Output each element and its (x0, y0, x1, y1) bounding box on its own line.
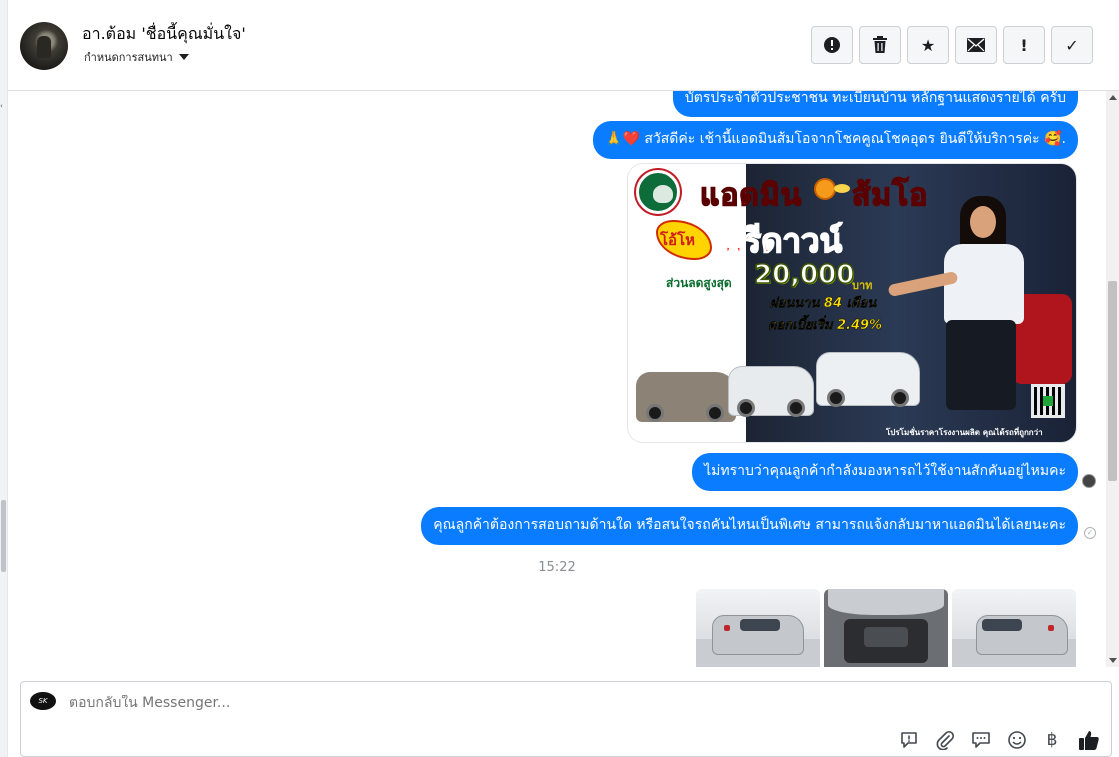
scroll-down-arrow-icon[interactable] (1109, 658, 1117, 663)
interest-text: ดอกเบี้ยเริ่ม 2.49% (768, 318, 883, 333)
chat-bubble-icon (972, 732, 990, 748)
sedan-car (636, 372, 736, 422)
photo-attachments (696, 589, 1076, 667)
left-gutter: ‹ (0, 0, 8, 757)
pickup-car-1 (728, 366, 814, 417)
pickup-car-2 (816, 352, 920, 407)
installment-text: ผ่อนนาน 84 เดือน (770, 296, 877, 311)
conversation-header: อา.ต้อม 'ชื่อนี้คุณมั่นใจ' กำหนดการสนทนา… (8, 0, 1119, 91)
message-bubble[interactable]: ไม่ทราบว่าคุณลูกค้ากำลังมองหารถไว้ใช้งาน… (692, 453, 1078, 491)
reply-input[interactable] (69, 695, 769, 711)
attach-button[interactable] (933, 728, 957, 752)
engine-bay-photo[interactable] (824, 589, 948, 667)
reply-composer: SK ฿ (20, 681, 1112, 757)
payment-button[interactable]: ฿ (1040, 728, 1064, 752)
saved-reply-button[interactable] (897, 728, 921, 752)
exclamation-circle-icon (824, 37, 840, 53)
delete-button[interactable] (859, 26, 901, 64)
truck-side-photo[interactable] (952, 589, 1076, 667)
burst-text: โอ้โห (660, 231, 696, 249)
smiley-icon (1008, 731, 1026, 749)
message-thread[interactable]: บัตรประจำตัวประชาชน ทะเบียนบ้าน หลักฐานแ… (8, 91, 1106, 667)
scroll-up-arrow-icon[interactable] (1109, 95, 1117, 100)
gutter-marker: ‹ (0, 102, 3, 110)
schedule-label: กำหนดการสนทนา (84, 51, 173, 64)
message-bubble[interactable]: คุณลูกค้าต้องการสอบถามด้านใด หรือสนใจรถค… (421, 507, 1078, 545)
paperclip-icon (936, 730, 955, 750)
message-bubble[interactable]: 🙏❤️ สวัสดีค่ะ เช้านี้แอดมินส้มโอจากโชคคู… (593, 121, 1078, 159)
admin-photo (887, 194, 1038, 442)
exclamation-icon: ! (1020, 35, 1028, 55)
promo-image[interactable]: แอดมิน ส้มโอ โอ้โห ฟรีดาวน์ ส่วนลดสูงสุด… (627, 163, 1077, 443)
mark-unread-button[interactable] (955, 26, 997, 64)
star-icon: ★ (920, 35, 936, 55)
report-button[interactable] (811, 26, 853, 64)
sent-check-icon: ✓ (1084, 527, 1096, 539)
pomelo-icon (814, 178, 836, 200)
done-button[interactable]: ✓ (1051, 26, 1093, 64)
dealer-logo (636, 170, 680, 214)
gutter-scroll-thumb[interactable] (1, 500, 6, 572)
contact-name[interactable]: อา.ต้อม 'ชื่อนี้คุณมั่นใจ' (82, 22, 246, 47)
thread-scrollbar[interactable] (1106, 91, 1119, 667)
read-receipt-avatar (1082, 474, 1096, 488)
star-button[interactable]: ★ (907, 26, 949, 64)
discount-label: ส่วนลดสูงสุด (666, 276, 732, 290)
schedule-dropdown[interactable]: กำหนดการสนทนา (84, 48, 189, 66)
quick-reply-button[interactable] (969, 728, 993, 752)
trash-icon (873, 36, 887, 53)
promo-title-2: ส้มโอ (851, 177, 929, 214)
promo-title: แอดมิน (699, 177, 803, 214)
contact-avatar[interactable] (20, 22, 68, 70)
thumbs-up-icon (1079, 731, 1099, 750)
check-icon: ✓ (1065, 35, 1079, 55)
caret-down-icon (178, 54, 189, 60)
emoji-button[interactable] (1005, 728, 1029, 752)
message-bubble[interactable]: บัตรประจำตัวประชาชน ทะเบียนบ้าน หลักฐานแ… (672, 91, 1078, 117)
message-timestamp: 15:22 (538, 560, 576, 575)
spam-button[interactable]: ! (1003, 26, 1045, 64)
discount-value: 20,000 (753, 259, 855, 291)
scroll-thumb[interactable] (1108, 281, 1117, 481)
chat-exclamation-icon (901, 732, 917, 748)
promo-footer: โปรโมชั่นราคาโรงงานผลิต คุณได้รถที่ถูกกว… (886, 428, 1043, 437)
like-button[interactable] (1077, 728, 1101, 752)
page-avatar: SK (30, 692, 56, 710)
envelope-icon (967, 38, 985, 52)
truck-front-photo[interactable] (696, 589, 820, 667)
baht-icon: ฿ (1046, 730, 1058, 750)
